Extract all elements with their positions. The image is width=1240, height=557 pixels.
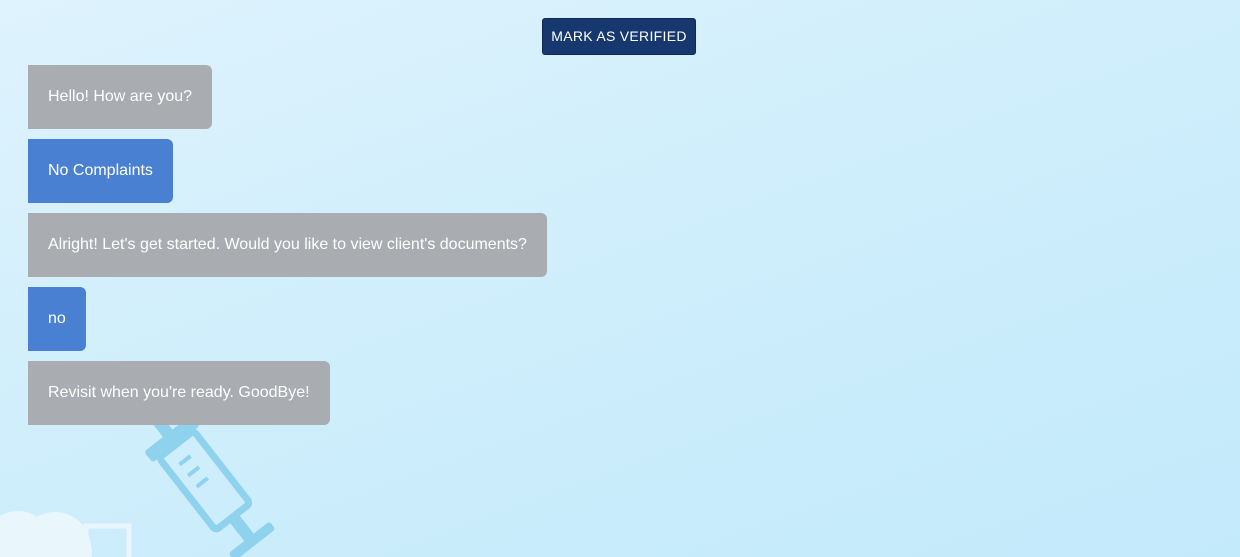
syringe-illustration xyxy=(145,416,275,557)
bot-message: Alright! Let's get started. Would you li… xyxy=(28,213,547,277)
user-message: no xyxy=(28,287,86,351)
bot-message: Revisit when you're ready. GoodBye! xyxy=(28,361,330,425)
bot-message: Hello! How are you? xyxy=(28,65,213,129)
mark-as-verified-button[interactable]: MARK AS VERIFIED xyxy=(542,18,696,55)
user-message: No Complaints xyxy=(28,139,173,203)
cloud-illustration xyxy=(0,511,92,557)
chat-thread: Hello! How are you? No Complaints Alrigh… xyxy=(28,65,547,425)
frame-decoration xyxy=(83,523,132,557)
